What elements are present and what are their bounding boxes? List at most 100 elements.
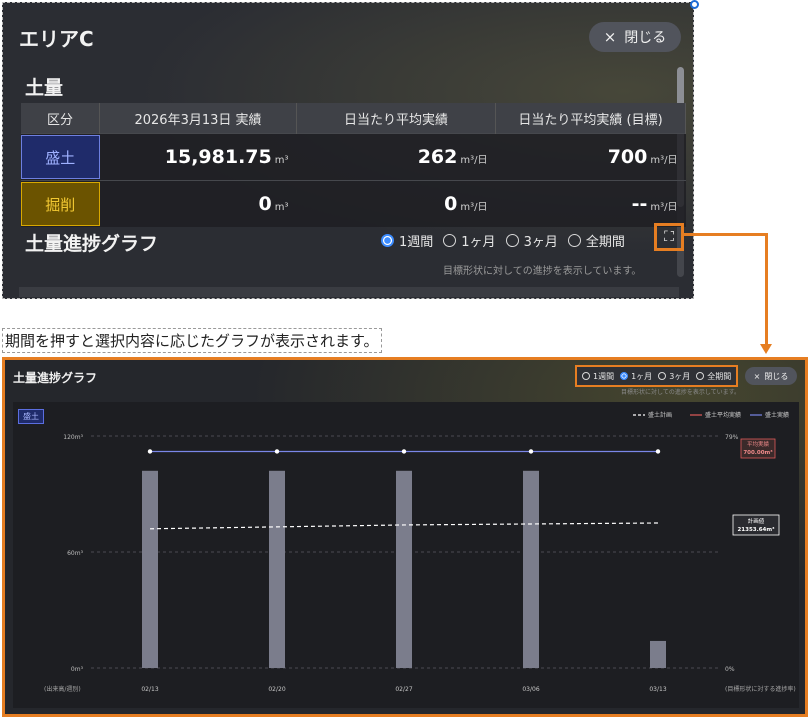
x-axis-right-label: (目標形状に対する進捗率) [725, 685, 796, 693]
radio-icon [505, 234, 519, 247]
unit: m³ [274, 155, 289, 166]
column-header: 日当たり平均実績 [296, 103, 496, 134]
radio-icon [658, 372, 667, 380]
unit: m³ [274, 202, 289, 213]
x-tick-label: 03/13 [649, 686, 666, 693]
period-label: 3ヶ月 [523, 235, 558, 250]
chart-preview-strip [19, 287, 679, 297]
y-tick-label: 120m³ [63, 434, 83, 441]
expand-button[interactable]: ⛶ [654, 223, 684, 251]
period-label: 1週間 [593, 371, 615, 381]
x-tick-label: 03/06 [522, 686, 539, 693]
chart-bar [269, 470, 285, 668]
period-option-3month[interactable]: 3ヶ月 [505, 231, 558, 250]
close-icon: × [603, 28, 617, 46]
y-tick-label: 60m³ [67, 550, 83, 557]
category-mori: 盛土 [21, 135, 100, 179]
unit: m³/日 [650, 155, 678, 166]
graph-title: 土量進捗グラフ [13, 371, 98, 385]
annotation-label: 計画値 [748, 517, 765, 525]
period-option-all[interactable]: 全期間 [696, 371, 731, 382]
chart-bar [650, 640, 666, 668]
actual-point [528, 449, 534, 454]
daily-avg-value: 262 [417, 146, 458, 168]
actual-point [147, 449, 153, 454]
annotation-label: 平均実績 [747, 440, 770, 448]
table-row: 盛土 15,981.75 m³ 262 m³/日 700 m³/日 [21, 133, 686, 181]
x-tick-label: 02/20 [268, 686, 285, 693]
legend-label: 盛土実績 [765, 411, 789, 419]
period-label: 1週間 [399, 235, 434, 250]
caption-text: 期間を押すと選択内容に応じたグラフが表示されます。 [2, 328, 382, 353]
progress-note: 目標形状に対しての進捗を表示しています。 [621, 389, 741, 396]
legend-label: 盛土計画 [648, 411, 672, 419]
daily-target-value: 700 [607, 146, 648, 168]
period-label: 1ヶ月 [461, 235, 496, 250]
radio-selected-icon [620, 372, 629, 380]
period-option-1month[interactable]: 1ヶ月 [443, 231, 496, 250]
right-tick-label: 0% [725, 666, 735, 673]
period-option-3month[interactable]: 3ヶ月 [658, 371, 690, 382]
progress-chart: 0m³ 60m³ 120m³ 0% 79% 02/13 02/20 02/27 03/06 03/… [44, 411, 796, 693]
y-tick-label: 0m³ [71, 666, 84, 673]
period-radio-group: 1週間 1ヶ月 3ヶ月 全期間 [575, 365, 739, 387]
legend-label: 盛土平均実績 [705, 411, 741, 419]
chart-bar [523, 470, 539, 668]
radio-selected-icon [381, 234, 394, 247]
expanded-graph-panel: 土量進捗グラフ 1週間 1ヶ月 3ヶ月 全期間 × 閉じる 目標形状に対しての進… [2, 357, 808, 717]
soil-table: 区分 2026年3月13日 実績 日当たり平均実績 日当たり平均実績 (目標) … [21, 103, 686, 227]
unit: m³/日 [460, 155, 488, 166]
daily-avg-value: 0 [444, 193, 458, 215]
unit: m³/日 [650, 202, 678, 213]
resize-handle-icon[interactable] [690, 0, 699, 9]
unit: m³/日 [460, 202, 488, 213]
period-label: 1ヶ月 [631, 371, 653, 381]
callout-connector [681, 233, 767, 236]
close-label: 閉じる [624, 30, 667, 46]
callout-connector [765, 233, 768, 345]
arrow-down-icon [760, 344, 772, 354]
category-kussaku: 掘削 [21, 182, 100, 226]
right-tick-label: 79% [725, 434, 739, 441]
close-icon: × [753, 371, 761, 381]
actual-value: 0 [258, 193, 272, 215]
series-badge: 盛土 [18, 409, 44, 424]
column-header: 2026年3月13日 実績 [99, 103, 297, 134]
expand-icon: ⛶ [664, 229, 674, 245]
annotation-value: 21353.64m³ [737, 526, 775, 533]
radio-icon [567, 234, 581, 247]
x-tick-label: 02/13 [141, 686, 158, 693]
radio-icon [443, 234, 457, 247]
radio-icon [582, 372, 590, 380]
period-radio-group: 1週間 1ヶ月 3ヶ月 全期間 [381, 231, 625, 250]
chart-bar [396, 470, 412, 668]
daily-target-value: -- [631, 193, 648, 215]
x-axis-left-label: (出来高/週別) [44, 685, 81, 693]
table-row: 掘削 0 m³ 0 m³/日 -- m³/日 [21, 180, 686, 227]
area-panel: エリアC × 閉じる 土量 区分 2026年3月13日 実績 日当たり平均実績 … [2, 2, 694, 299]
actual-point [401, 449, 407, 454]
chart-bar [142, 470, 158, 668]
actual-point [274, 449, 280, 454]
close-button[interactable]: × 閉じる [589, 22, 681, 52]
column-header: 区分 [21, 103, 100, 134]
x-tick-label: 02/27 [395, 686, 412, 693]
period-option-1week[interactable]: 1週間 [582, 371, 614, 382]
area-title: エリアC [19, 27, 94, 51]
column-header: 日当たり平均実績 (目標) [495, 103, 686, 134]
soil-section-title: 土量 [25, 77, 64, 99]
close-button[interactable]: × 閉じる [745, 367, 797, 385]
actual-value: 15,981.75 [164, 146, 272, 168]
radio-icon [696, 372, 705, 380]
period-label: 全期間 [585, 235, 625, 250]
progress-graph-title: 土量進捗グラフ [25, 233, 159, 255]
period-option-1month[interactable]: 1ヶ月 [620, 371, 652, 382]
actual-point [655, 449, 661, 454]
period-option-all[interactable]: 全期間 [567, 231, 625, 250]
table-header-row: 区分 2026年3月13日 実績 日当たり平均実績 日当たり平均実績 (目標) [21, 103, 686, 134]
progress-note: 目標形状に対しての進捗を表示しています。 [443, 266, 642, 277]
close-label: 閉じる [764, 371, 789, 381]
period-label: 全期間 [707, 371, 732, 381]
period-label: 3ヶ月 [669, 371, 691, 381]
period-option-1week[interactable]: 1週間 [381, 231, 433, 250]
